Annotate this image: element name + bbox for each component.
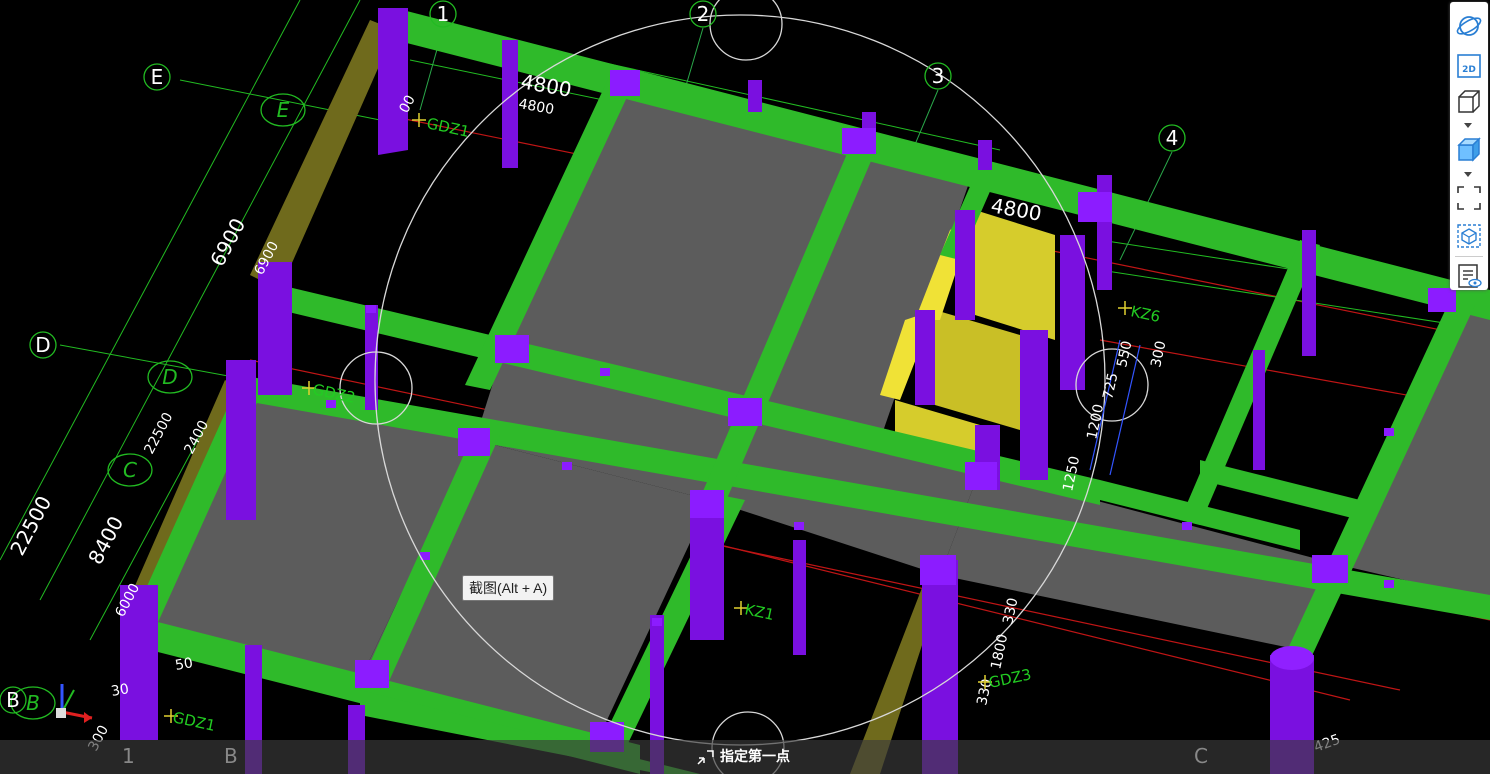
axis-label-d-italic: D <box>162 365 177 389</box>
view-3d-solid-button[interactable] <box>1455 136 1483 164</box>
axis-label-3: 3 <box>932 64 945 88</box>
selection-box-button[interactable] <box>1455 222 1483 250</box>
3d-model-viewport[interactable]: 1 2 3 4 E D B E D C B 4800 4800 4800 690… <box>0 0 1490 774</box>
pick-point-icon <box>697 750 714 765</box>
view-2d-button[interactable]: 2D <box>1455 52 1483 80</box>
axis-label-4: 4 <box>1166 126 1179 150</box>
screenshot-tooltip: 截图(Alt + A) <box>462 575 555 601</box>
bottom-axis-label-c: C <box>1194 744 1208 768</box>
axis-label-1: 1 <box>437 2 450 26</box>
dim-50: 50 <box>174 655 194 674</box>
command-prompt: 指定第一点 <box>696 746 790 768</box>
axis-label-d: D <box>35 333 50 357</box>
fullscreen-icon <box>1457 186 1481 210</box>
orbit-button[interactable] <box>1455 12 1483 40</box>
cube-solid-icon <box>1457 137 1481 162</box>
view-2d-label: 2D <box>1462 65 1476 75</box>
axis-label-e: E <box>151 65 164 89</box>
command-prompt-text: 指定第一点 <box>720 749 790 765</box>
toolbar-divider <box>1455 256 1483 257</box>
cube-wireframe-icon <box>1458 90 1480 113</box>
view-toolbar: 2D <box>1450 2 1488 290</box>
view-3d-wireframe-button[interactable] <box>1455 88 1483 116</box>
chevron-down-icon[interactable] <box>1464 172 1472 177</box>
axis-label-b: B <box>6 688 20 712</box>
selection-cube-icon <box>1457 224 1481 248</box>
zoom-extents-button[interactable] <box>1455 184 1483 212</box>
view-2d-icon: 2D <box>1457 54 1481 78</box>
bottom-axis-label-1: 1 <box>122 744 135 768</box>
chevron-down-icon[interactable] <box>1464 123 1472 128</box>
bottom-axis-label-b: B <box>224 744 238 768</box>
axis-label-e-italic: E <box>277 98 290 122</box>
axis-label-b-italic: B <box>26 691 40 715</box>
axis-label-c-italic: C <box>123 458 137 482</box>
view-properties-button[interactable] <box>1455 262 1483 290</box>
orbit-icon <box>1456 16 1482 36</box>
properties-eye-icon <box>1458 264 1482 288</box>
dim-30: 30 <box>110 681 130 700</box>
axis-label-2: 2 <box>697 2 710 26</box>
